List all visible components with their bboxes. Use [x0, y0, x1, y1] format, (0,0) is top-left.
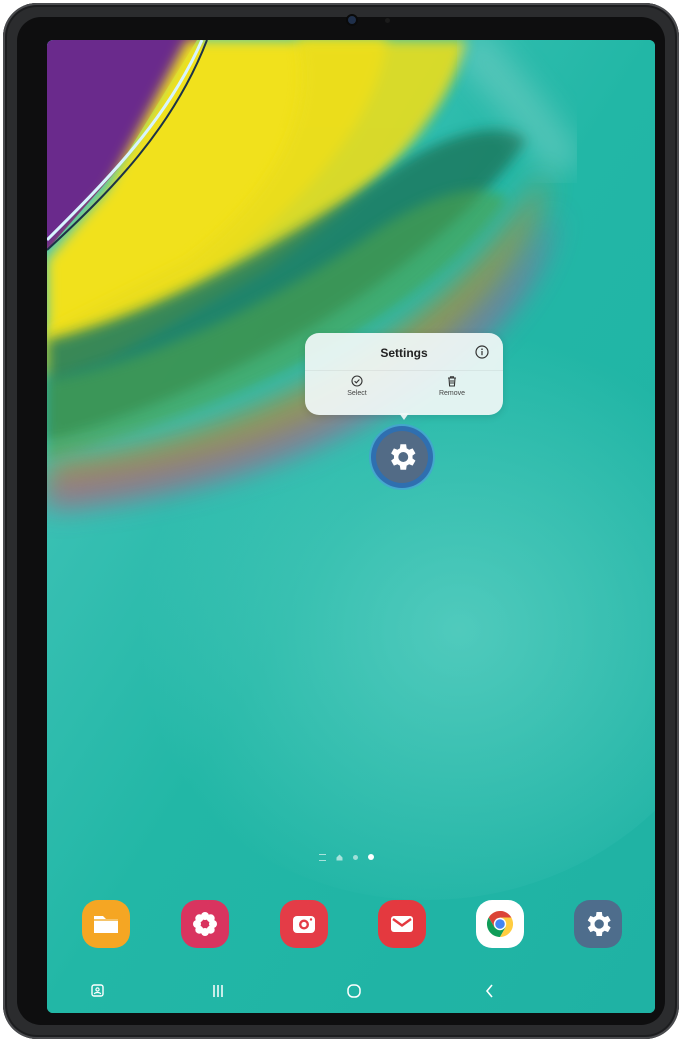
mail-icon: [391, 916, 413, 932]
trash-icon: [448, 376, 456, 387]
list-page-icon[interactable]: [319, 853, 326, 861]
remove-button[interactable]: Remove: [422, 375, 482, 411]
bixby-vision-app-icon[interactable]: [181, 900, 229, 948]
context-menu-tail: [399, 413, 409, 420]
wallpaper: [47, 40, 655, 1013]
home-page-icon[interactable]: [336, 854, 343, 861]
select-label: Select: [347, 390, 367, 397]
home-screen: Settings Select Remove: [47, 40, 655, 1013]
my-files-app-icon[interactable]: [82, 900, 130, 948]
check-circle-icon: [351, 375, 363, 387]
context-menu-divider: [305, 370, 503, 371]
context-menu-title: Settings: [380, 346, 428, 360]
email-app-icon[interactable]: [378, 900, 426, 948]
page-dot-active[interactable]: [368, 854, 374, 860]
chrome-icon: [486, 910, 514, 938]
folder-icon: [94, 916, 118, 933]
gear-icon: [587, 912, 611, 936]
app-context-menu: Settings Select Remove: [305, 333, 503, 420]
navigation-bar: [47, 968, 655, 1013]
select-button[interactable]: Select: [327, 375, 387, 411]
chrome-app-icon[interactable]: [476, 900, 524, 948]
back-icon[interactable]: [479, 980, 501, 1002]
remove-label: Remove: [438, 390, 466, 397]
info-icon[interactable]: [475, 345, 489, 359]
screenshot-icon[interactable]: [87, 980, 109, 1002]
camera-icon: [293, 916, 315, 933]
settings-app-icon[interactable]: [574, 900, 622, 948]
home-icon[interactable]: [343, 980, 365, 1002]
recents-icon[interactable]: [207, 980, 229, 1002]
page-dot[interactable]: [353, 854, 358, 860]
flower-icon: [193, 912, 217, 936]
sensor: [385, 18, 390, 23]
front-camera: [348, 16, 356, 24]
page-indicator: [319, 852, 374, 862]
settings-app-icon-selected[interactable]: [371, 426, 433, 488]
gear-icon: [391, 444, 416, 470]
camera-app-icon[interactable]: [280, 900, 328, 948]
